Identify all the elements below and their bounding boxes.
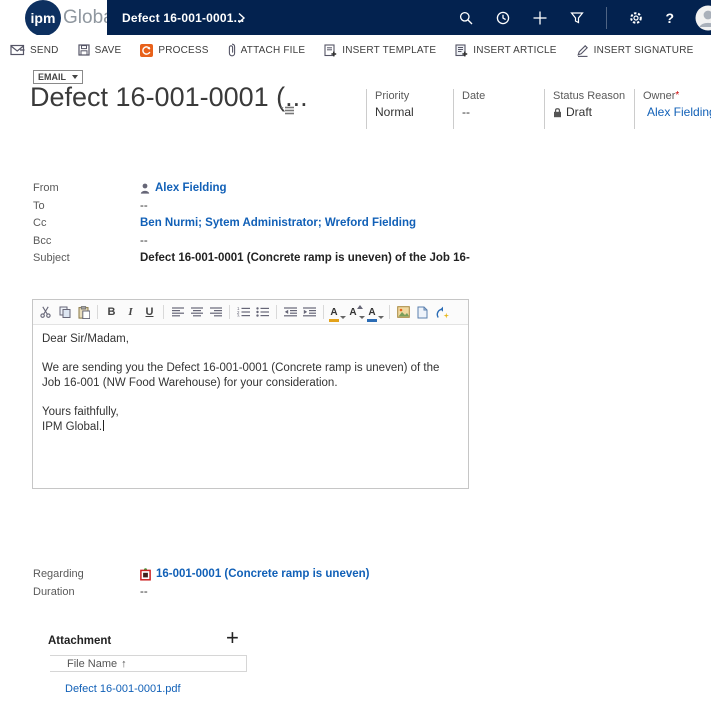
defect-record-icon: [140, 567, 151, 581]
cc-value-link[interactable]: Ben Nurmi; Sytem Administrator; Wreford …: [140, 217, 416, 229]
attachment-column-header[interactable]: File Name ↑: [50, 655, 247, 672]
font-color-picker[interactable]: A: [367, 302, 384, 322]
field-row-subject[interactable]: Subject Defect 16-001-0001 (Concrete ram…: [33, 250, 693, 266]
related-menu-icon[interactable]: [280, 104, 295, 122]
insert-template-icon: [324, 43, 337, 56]
owner-link[interactable]: Alex Fielding: [647, 103, 711, 121]
align-right-icon[interactable]: [207, 302, 224, 322]
attachment-section-title: Attachment: [48, 635, 112, 647]
avatar[interactable]: [695, 5, 711, 31]
numbered-list-icon[interactable]: 123: [235, 302, 252, 322]
send-button[interactable]: SEND: [10, 44, 59, 56]
table-row: Defect 16-001-0001.pdf: [50, 683, 247, 695]
indent-icon[interactable]: [301, 302, 318, 322]
lock-icon: [554, 107, 561, 117]
attachment-file-link[interactable]: Defect 16-001-0001.pdf: [65, 683, 181, 695]
highlight-color-picker[interactable]: A: [329, 302, 346, 322]
command-bar: SEND SAVE PROCESS ATTACH FILE INSERT TEM…: [0, 35, 711, 65]
app-logo[interactable]: ipm Global: [0, 0, 107, 35]
regarding-value-link[interactable]: 16-001-0001 (Concrete ramp is uneven): [156, 568, 369, 580]
copy-icon[interactable]: [56, 302, 73, 322]
field-row-bcc[interactable]: Bcc --: [33, 233, 693, 249]
from-value-link[interactable]: Alex Fielding: [155, 182, 227, 194]
save-icon: [77, 44, 90, 56]
field-row-regarding: Regarding 16-001-0001 (Concrete ramp is …: [33, 567, 370, 581]
body-greeting: Dear Sir/Madam,: [42, 333, 129, 345]
insert-template-button[interactable]: INSERT TEMPLATE: [324, 43, 436, 57]
filter-icon[interactable]: [569, 10, 585, 26]
insert-signature-icon: [576, 44, 588, 57]
duration-value: --: [140, 586, 148, 598]
body-paragraph: We are sending you the Defect 16-001-000…: [42, 361, 440, 389]
header-field-date[interactable]: Date --: [453, 89, 544, 129]
format-magic-icon[interactable]: [433, 302, 450, 322]
ipm-logo-circle: ipm: [25, 0, 61, 35]
email-form-page: ipm Global Defect 16-001-0001... ?: [0, 0, 711, 716]
field-row-to[interactable]: To --: [33, 198, 693, 214]
insert-image-icon[interactable]: [395, 302, 412, 322]
save-button[interactable]: SAVE: [77, 44, 122, 56]
header-field-status-reason: Status Reason Draft: [544, 89, 634, 129]
required-indicator: *: [675, 90, 680, 101]
insert-article-icon: [455, 43, 468, 56]
bold-button[interactable]: B: [103, 302, 120, 322]
logo-text: Global: [63, 6, 107, 28]
page-title: Defect 16-001-0001 (...: [30, 82, 308, 112]
insert-document-icon[interactable]: [414, 302, 431, 322]
recently-viewed-icon[interactable]: [495, 10, 511, 26]
email-body-editor[interactable]: B I U 123 A A A Dear Sir/Madam, We are s…: [32, 299, 469, 489]
body-closing: Yours faithfully,: [42, 405, 119, 418]
field-row-from: From Alex Fielding: [33, 182, 227, 194]
editor-toolbar: B I U 123 A A A: [33, 300, 468, 325]
process-orange-icon: [140, 43, 154, 57]
navbar-divider: [606, 6, 608, 29]
breadcrumb-chevron-icon[interactable]: [237, 0, 246, 35]
field-row-cc: Cc Ben Nurmi; Sytem Administrator; Wrefo…: [33, 217, 417, 229]
subject-value: Defect 16-001-0001 (Concrete ramp is une…: [140, 252, 470, 264]
breadcrumb[interactable]: Defect 16-001-0001...: [122, 0, 244, 35]
attach-file-icon: [228, 43, 235, 57]
help-icon[interactable]: ?: [665, 10, 674, 26]
underline-button[interactable]: U: [141, 302, 158, 322]
font-size-picker[interactable]: A: [348, 302, 365, 322]
process-button[interactable]: PROCESS: [140, 43, 208, 57]
bullet-list-icon[interactable]: [254, 302, 271, 322]
align-center-icon[interactable]: [188, 302, 205, 322]
quick-create-icon[interactable]: [532, 10, 548, 26]
cut-icon[interactable]: [37, 302, 54, 322]
settings-gear-icon[interactable]: [628, 10, 644, 26]
text-cursor: [103, 419, 105, 431]
svg-text:3: 3: [237, 313, 240, 317]
insert-article-button[interactable]: INSERT ARTICLE: [455, 43, 556, 57]
insert-signature-button[interactable]: INSERT SIGNATURE: [576, 44, 694, 57]
to-value: --: [140, 200, 148, 212]
align-left-icon[interactable]: [169, 302, 186, 322]
person-icon: [140, 183, 150, 194]
top-navbar: ipm Global Defect 16-001-0001... ?: [0, 0, 711, 35]
chevron-down-icon: [72, 75, 78, 79]
attachment-table: File Name ↑ Defect 16-001-0001.pdf: [50, 655, 247, 695]
field-row-duration[interactable]: Duration --: [33, 584, 693, 600]
bcc-value: --: [140, 235, 148, 247]
outdent-icon[interactable]: [282, 302, 299, 322]
sort-ascending-icon: ↑: [121, 657, 127, 670]
email-body-text[interactable]: Dear Sir/Madam, We are sending you the D…: [33, 325, 468, 442]
body-signature: IPM Global.: [42, 419, 105, 433]
italic-button[interactable]: I: [122, 302, 139, 322]
paste-icon[interactable]: [75, 302, 92, 322]
search-icon[interactable]: [458, 10, 474, 26]
add-attachment-button[interactable]: +: [226, 627, 239, 649]
attach-file-button[interactable]: ATTACH FILE: [228, 43, 306, 57]
header-field-owner[interactable]: Owner* Alex Fielding: [634, 89, 711, 129]
send-icon: [10, 44, 25, 56]
header-field-priority[interactable]: Priority Normal: [366, 89, 453, 129]
